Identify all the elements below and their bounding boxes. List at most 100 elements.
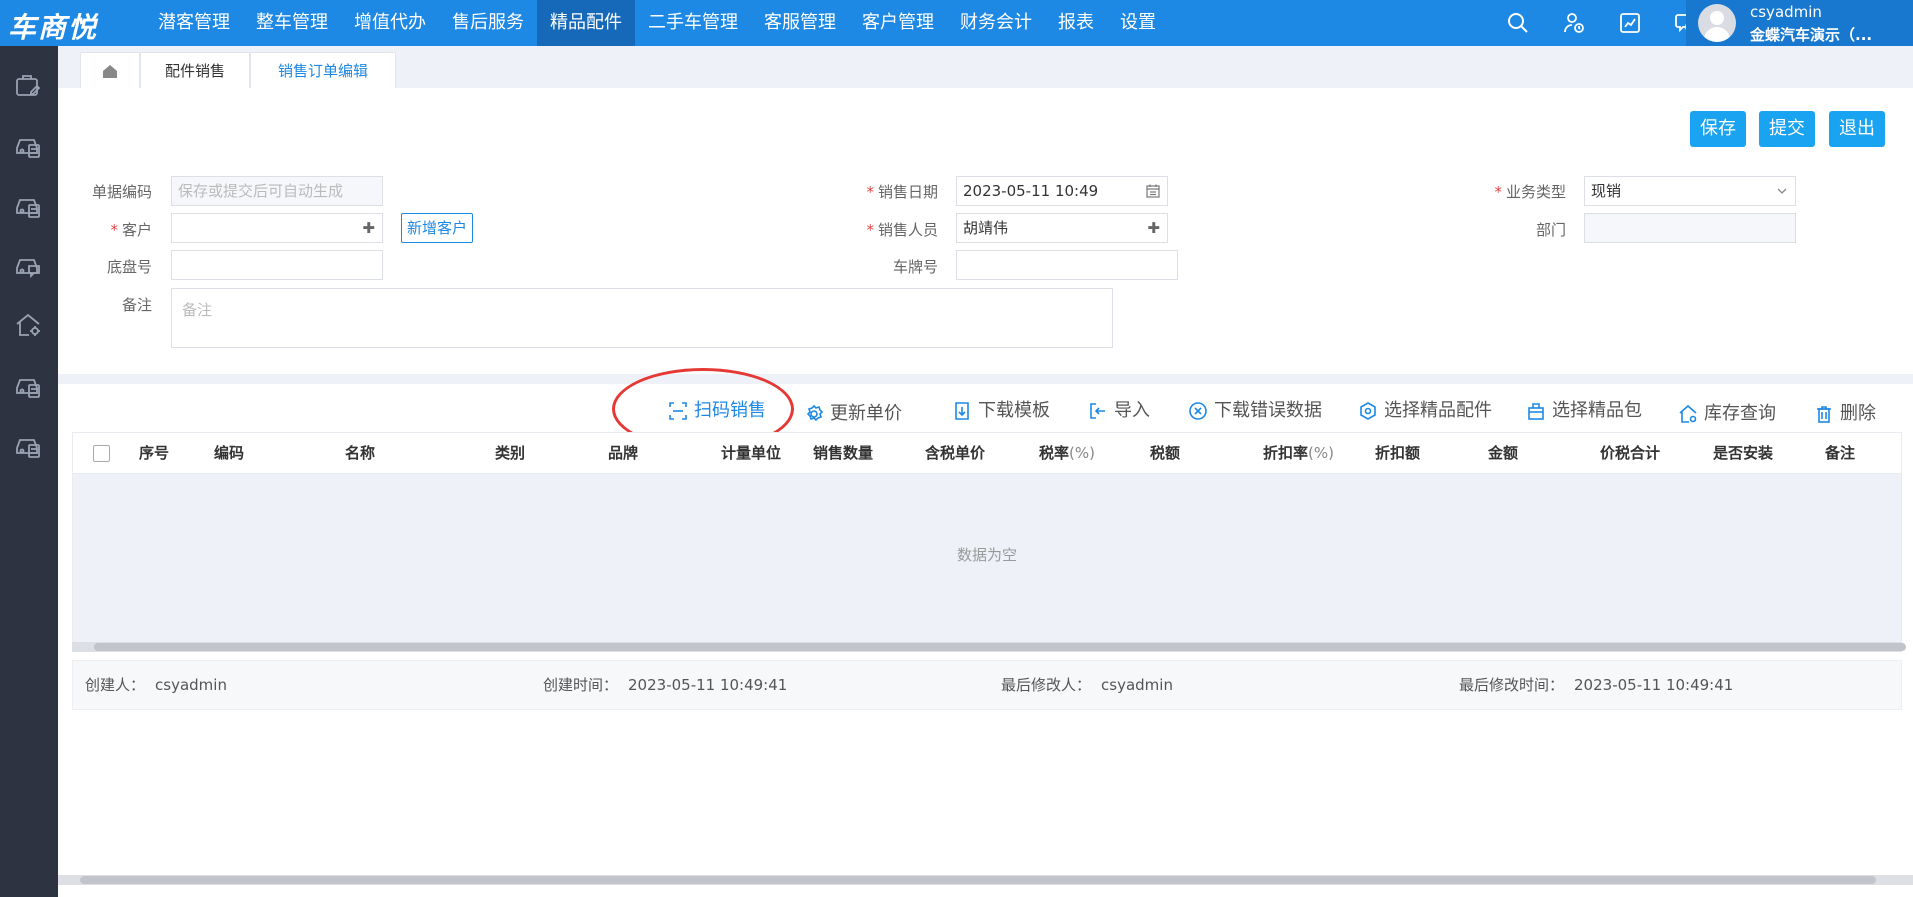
col-price: 含税单价	[925, 444, 986, 462]
home-icon	[103, 65, 117, 78]
remark-textarea[interactable]: 备注	[171, 288, 1113, 348]
car-archive-icon[interactable]	[13, 430, 43, 460]
car-report-icon[interactable]	[13, 370, 43, 400]
nav-item-after-sales[interactable]: 售后服务	[439, 0, 537, 46]
car-list-icon[interactable]	[13, 190, 43, 220]
customer-label: * 客户	[110, 221, 152, 239]
plate-field[interactable]	[956, 250, 1178, 280]
salesperson-field[interactable]: 胡靖伟 ✚	[956, 213, 1168, 243]
app-logo: 车商悦	[8, 11, 99, 44]
tab-home[interactable]	[80, 52, 140, 88]
nav-item-vehicles[interactable]: 整车管理	[243, 0, 341, 46]
close-circle-icon	[1189, 402, 1207, 420]
chart-icon[interactable]	[1602, 0, 1658, 46]
download-template-button[interactable]: 下载模板	[952, 396, 1050, 426]
table-header: 序号 编码 名称 类别 品牌 计量单位 销售数量 含税单价 税率(%) 税额 折…	[72, 432, 1902, 474]
import-icon	[1090, 403, 1105, 419]
biz-type-select[interactable]: 现销	[1584, 176, 1796, 206]
submit-button[interactable]: 提交	[1759, 111, 1815, 147]
user-menu[interactable]: csyadmin 金蝶汽车演示（...	[1686, 0, 1913, 46]
col-total: 价税合计	[1600, 444, 1661, 462]
col-tax-rate: 税率(%)	[1039, 444, 1095, 462]
nav-item-finance[interactable]: 财务会计	[947, 0, 1045, 46]
search-icon[interactable]	[1490, 0, 1546, 46]
dept-field	[1584, 213, 1796, 243]
record-info-bar: 创建人： csyadmin 创建时间： 2023-05-11 10:49:41 最后…	[72, 660, 1902, 710]
page-horizontal-scrollbar[interactable]	[58, 875, 1913, 885]
nav-item-settings[interactable]: 设置	[1107, 0, 1169, 46]
main-nav: 潜客管理 整车管理 增值代办 售后服务 精品配件 二手车管理 客服管理 客户管理…	[145, 0, 1169, 46]
col-brand: 品牌	[608, 444, 639, 462]
avatar	[1698, 4, 1736, 42]
plus-icon[interactable]: ✚	[1147, 214, 1160, 242]
hexagon-icon	[1360, 402, 1376, 420]
scan-icon	[669, 402, 687, 420]
tab-sales-order-edit[interactable]: 销售订单编辑	[250, 52, 396, 88]
customer-field[interactable]: ✚	[171, 213, 383, 243]
dept-label: 部门	[1535, 221, 1566, 239]
remark-label: 备注	[121, 296, 152, 314]
biz-type-label: * 业务类型	[1494, 183, 1566, 201]
modify-time-info: 最后修改时间： 2023-05-11 10:49:41	[1459, 676, 1734, 694]
save-button[interactable]: 保存	[1690, 111, 1746, 147]
col-name: 名称	[345, 444, 376, 462]
top-icon-group	[1490, 0, 1714, 46]
import-button[interactable]: 导入	[1088, 396, 1150, 426]
sale-date-label: * 销售日期	[866, 183, 938, 201]
col-amount: 金额	[1488, 444, 1519, 462]
table-horizontal-scrollbar[interactable]	[72, 642, 1906, 652]
create-time-info: 创建时间： 2023-05-11 10:49:41	[543, 676, 788, 694]
download-error-button[interactable]: 下载错误数据	[1188, 396, 1322, 426]
chevron-down-icon	[1776, 177, 1788, 206]
nav-item-service[interactable]: 客服管理	[751, 0, 849, 46]
select-all-checkbox[interactable]	[93, 445, 110, 462]
col-code: 编码	[214, 444, 245, 462]
nav-item-customers[interactable]: 客户管理	[849, 0, 947, 46]
house-search-icon	[1679, 404, 1697, 423]
nav-item-parts[interactable]: 精品配件	[537, 0, 635, 46]
car-chat-icon[interactable]	[13, 250, 43, 280]
update-price-button[interactable]: 更新单价	[804, 399, 902, 429]
select-parts-button[interactable]: 选择精品配件	[1358, 396, 1492, 426]
car-document-icon[interactable]	[13, 130, 43, 160]
col-seq: 序号	[139, 444, 170, 462]
exit-button[interactable]: 退出	[1829, 111, 1885, 147]
download-icon	[955, 402, 969, 420]
creator-info: 创建人： csyadmin	[85, 676, 227, 694]
col-discount: 折扣额	[1375, 444, 1421, 462]
nav-item-reports[interactable]: 报表	[1045, 0, 1107, 46]
doc-code-label: 单据编码	[91, 183, 152, 201]
delete-button[interactable]: 删除	[1814, 399, 1876, 429]
scan-sale-button[interactable]: 扫码销售	[668, 396, 766, 426]
user-clock-icon[interactable]	[1546, 0, 1602, 46]
nav-item-used-cars[interactable]: 二手车管理	[635, 0, 751, 46]
plus-icon[interactable]: ✚	[362, 214, 375, 242]
sale-date-field[interactable]: 2023-05-11 10:49	[956, 176, 1168, 206]
scrollbar-thumb[interactable]	[94, 643, 1906, 651]
nav-item-leads[interactable]: 潜客管理	[145, 0, 243, 46]
gear-icon	[806, 404, 824, 422]
calendar-icon[interactable]	[1146, 177, 1160, 207]
col-qty: 销售数量	[813, 444, 874, 462]
col-remark: 备注	[1825, 444, 1856, 462]
home-gear-icon[interactable]	[13, 310, 43, 340]
select-package-button[interactable]: 选择精品包	[1526, 396, 1642, 426]
page-tabs: 配件销售 销售订单编辑	[58, 46, 1913, 88]
briefcase-edit-icon[interactable]	[13, 70, 43, 100]
user-organization: 金蝶汽车演示（...	[1750, 26, 1873, 44]
empty-state-text: 数据为空	[956, 546, 1017, 564]
new-customer-button[interactable]: 新增客户	[401, 213, 474, 243]
nav-item-value-added[interactable]: 增值代办	[341, 0, 439, 46]
chassis-field[interactable]	[171, 250, 383, 280]
tab-parts-sales[interactable]: 配件销售	[140, 52, 250, 88]
col-unit: 计量单位	[721, 444, 782, 462]
scrollbar-thumb[interactable]	[80, 876, 1876, 884]
stock-query-button[interactable]: 库存查询	[1678, 399, 1776, 429]
col-tax: 税额	[1150, 444, 1181, 462]
plate-label: 车牌号	[892, 258, 938, 276]
col-install: 是否安装	[1713, 444, 1774, 462]
col-category: 类别	[495, 444, 526, 462]
modifier-info: 最后修改人： csyadmin	[1001, 676, 1173, 694]
user-name: csyadmin	[1750, 3, 1822, 21]
doc-code-field: 保存或提交后可自动生成	[171, 176, 383, 206]
